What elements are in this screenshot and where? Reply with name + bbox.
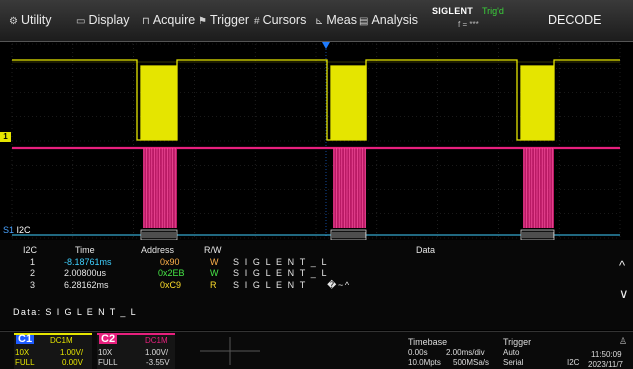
trigger-type: Serial	[503, 358, 524, 367]
ch2-scale: 1.00V/	[145, 348, 169, 357]
ch1-bandwidth: FULL	[15, 358, 35, 367]
decoded-data-text: Data: S I G L E N T _ L	[13, 307, 138, 317]
menu-display[interactable]: ▭ Display	[76, 13, 129, 27]
ch1-coupling: DC1M	[50, 336, 73, 345]
row-rw: W	[210, 268, 219, 278]
ch2-offset: -3.55V	[146, 358, 170, 367]
analysis-icon: ▤	[359, 16, 369, 27]
ch2-burst	[143, 148, 177, 228]
row-index: 1	[30, 257, 36, 267]
row-address: 0x90	[160, 257, 180, 267]
measure-icon: ⊾	[315, 16, 324, 27]
monitor-icon: ▭	[76, 16, 86, 27]
scroll-down-icon[interactable]: ∨	[619, 286, 629, 302]
ch2-settings-box[interactable]: C2 DC1M 10X 1.00V/ FULL -3.55V	[97, 333, 175, 369]
waveform-display[interactable]	[0, 42, 633, 240]
trigger-mode: Auto	[503, 348, 520, 357]
decode-menu[interactable]: DECODE	[548, 13, 601, 27]
trigger-position-marker[interactable]	[322, 42, 330, 49]
ch1-scale: 1.00V/	[60, 348, 84, 357]
timebase-label: Timebase	[408, 337, 448, 347]
row-rw: R	[210, 280, 217, 290]
ch2-coupling: DC1M	[145, 336, 168, 345]
user-icon: ♙	[619, 336, 628, 346]
row-time: 6.28162ms	[64, 280, 109, 290]
row-data: S I G L E N T _ L	[233, 268, 329, 278]
ch2-bandwidth: FULL	[98, 358, 118, 367]
trigger-status: Trig'd	[482, 6, 504, 16]
clock-time: 11:50:09	[591, 350, 622, 359]
row-address: 0xC9	[160, 280, 182, 290]
timebase-scale: 2.00ms/div	[446, 348, 485, 357]
ch2-burst	[523, 148, 554, 228]
trigger-label: Trigger	[503, 337, 532, 347]
hash-icon: #	[254, 16, 260, 27]
ch1-offset: 0.00V	[62, 358, 83, 367]
clock-date: 2023/11/7	[588, 360, 623, 369]
row-index: 2	[30, 268, 36, 278]
col-proto: I2C	[23, 245, 38, 255]
i2c-bus-trace	[12, 229, 620, 240]
acquire-icon: ⊓	[142, 16, 150, 27]
col-time: Time	[75, 245, 95, 255]
trigger-source: I2C	[567, 358, 580, 367]
frequency-readout: f = ***	[458, 20, 479, 29]
ch2-probe: 10X	[98, 348, 113, 357]
row-time: 2.00800us	[64, 268, 107, 278]
menu-analysis[interactable]: ▤ Analysis	[359, 13, 418, 27]
serial-bus-label: S1 I2C	[3, 225, 31, 235]
serial-bus-id: S1	[3, 225, 15, 235]
row-rw: W	[210, 257, 219, 267]
ch1-settings-box[interactable]: C1 DC1M 10X 1.00V/ FULL 0.00V	[14, 333, 92, 369]
row-address: 0x2EB	[158, 268, 185, 278]
ch2-label: C2	[99, 333, 118, 345]
menu-utility[interactable]: ⚙ Utility	[9, 13, 52, 27]
timebase-delay: 0.00s	[408, 348, 428, 357]
col-rw: R/W	[204, 245, 222, 255]
row-time: -8.18761ms	[64, 257, 112, 267]
gear-icon: ⚙	[9, 16, 18, 27]
menu-acquire[interactable]: ⊓ Acquire	[142, 13, 195, 27]
ch1-level-marker[interactable]: 1	[0, 132, 11, 142]
serial-protocol: I2C	[16, 225, 31, 235]
ch1-label: C1	[16, 333, 35, 345]
row-data: S I G L E N T _ L	[233, 257, 329, 267]
timebase-points: 10.0Mpts	[408, 358, 441, 367]
menu-cursors[interactable]: # Cursors	[254, 13, 306, 27]
row-data: S I G L E N T �~^	[233, 280, 351, 290]
flag-icon: ⚑	[198, 16, 207, 27]
status-bar	[0, 331, 633, 369]
scroll-up-icon[interactable]: ^	[619, 258, 625, 273]
add-channel-icon[interactable]	[200, 337, 260, 365]
brand-logo: SIGLENT	[432, 6, 474, 16]
col-address: Address	[141, 245, 175, 255]
ch1-probe: 10X	[15, 348, 30, 357]
row-index: 3	[30, 280, 36, 290]
timebase-rate: 500MSa/s	[453, 358, 490, 367]
menu-trigger[interactable]: ⚑ Trigger	[198, 13, 249, 27]
menu-meas[interactable]: ⊾ Meas	[315, 13, 357, 27]
col-data: Data	[416, 245, 436, 255]
